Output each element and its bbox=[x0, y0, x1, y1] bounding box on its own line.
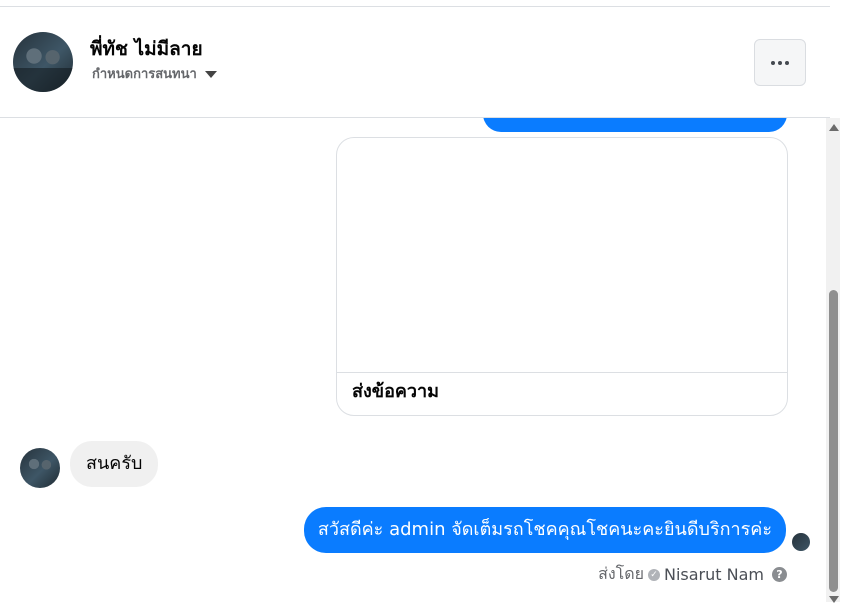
conversation-settings-dropdown[interactable]: กำหนดการสนทนา bbox=[92, 63, 217, 84]
contact-avatar[interactable] bbox=[13, 32, 73, 92]
sent-by-label: ส่งโดย bbox=[598, 564, 644, 583]
sender-name: Nisarut Nam bbox=[664, 565, 764, 584]
check-circle-icon: ✓ bbox=[648, 568, 660, 581]
sent-by-row: ส่งโดย ✓ Nisarut Nam ? bbox=[598, 562, 787, 587]
help-icon[interactable]: ? bbox=[772, 567, 787, 582]
card-media bbox=[337, 138, 787, 373]
message-card: ส่งข้อความ bbox=[336, 137, 788, 416]
scrollbar-thumb[interactable] bbox=[829, 290, 838, 592]
conversation-header: พี่ทัช ไม่มีลาย กำหนดการสนทนา bbox=[0, 7, 830, 118]
seen-avatar bbox=[791, 532, 811, 552]
sender-avatar[interactable] bbox=[20, 448, 60, 488]
scrollbar[interactable] bbox=[826, 118, 840, 603]
scroll-up-arrow-icon[interactable] bbox=[829, 124, 839, 131]
conversation-settings-label: กำหนดการสนทนา bbox=[92, 67, 197, 82]
message-list: ส่งข้อความ สนครับ สวัสดีค่ะ admin จัดเต็… bbox=[0, 118, 826, 602]
send-message-button[interactable]: ส่งข้อความ bbox=[352, 376, 439, 405]
contact-name[interactable]: พี่ทัช ไม่มีลาย bbox=[90, 34, 203, 64]
more-options-button[interactable] bbox=[754, 39, 806, 86]
outgoing-message-bubble-previous bbox=[483, 118, 787, 132]
caret-down-icon bbox=[204, 71, 217, 78]
incoming-message-bubble: สนครับ bbox=[70, 441, 159, 487]
outgoing-message-bubble: สวัสดีค่ะ admin จัดเต็มรถโชคคุณโชคนะคะยิ… bbox=[303, 507, 786, 553]
more-horizontal-icon bbox=[771, 60, 789, 65]
